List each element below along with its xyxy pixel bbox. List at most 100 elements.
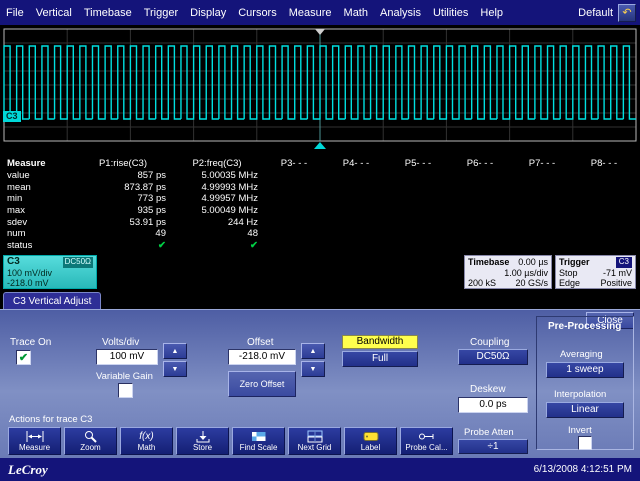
find-scale-checker-icon (249, 430, 269, 443)
trigger-descriptor[interactable]: TriggerC3 Stop-71 mV EdgePositive (555, 255, 636, 289)
invert-checkbox[interactable] (578, 436, 592, 450)
measure-row-label: mean (0, 182, 80, 193)
deskew-field[interactable]: 0.0 ps (458, 397, 528, 413)
interpolation-select[interactable]: Linear (546, 402, 624, 418)
menu-item-file[interactable]: File (0, 1, 30, 25)
measure-row-status: status✔✔ (0, 240, 640, 252)
status-bar: LeCroy 6/13/2008 4:12:51 PM (0, 458, 640, 481)
menu-item-cursors[interactable]: Cursors (232, 1, 283, 25)
measure-value: 244 Hz (176, 217, 268, 228)
waveform-display[interactable]: C3 (0, 26, 640, 158)
probe-cal-icon (417, 430, 437, 443)
down-arrow-icon: ▼ (172, 366, 179, 373)
menu-item-analysis[interactable]: Analysis (374, 1, 427, 25)
vertical-adjust-dialog: C3 Vertical Adjust Close Trace On ✔ Volt… (0, 292, 640, 458)
menu-bar: FileVerticalTimebaseTriggerDisplayCursor… (0, 0, 640, 26)
next-grid-icon (305, 430, 325, 443)
offset-label: Offset (247, 337, 274, 348)
zoom-action-button[interactable]: Zoom (64, 427, 117, 455)
param-header[interactable]: P4- - - (330, 158, 392, 169)
coupling-select[interactable]: DC50Ω (458, 349, 528, 365)
trigger-mode: Stop (559, 268, 578, 279)
measure-row-mean: mean873.87 ps4.99993 MHz (0, 181, 640, 193)
param-header[interactable]: P5- - - (392, 158, 454, 169)
actions-label: Actions for trace C3 (9, 414, 92, 425)
menu-item-utilities[interactable]: Utilities (427, 1, 474, 25)
menu-item-help[interactable]: Help (474, 1, 509, 25)
actions-row: Measure Zoom f(x) Math Store (8, 427, 453, 455)
measure-row-label: max (0, 205, 80, 216)
find-scale-action-button[interactable]: Find Scale (232, 427, 285, 455)
param-header[interactable]: P3- - - (268, 158, 330, 169)
trigger-source-badge: C3 (616, 257, 632, 268)
timebase-descriptor[interactable]: Timebase0.00 µs 1.00 µs/div 200 kS20 GS/… (464, 255, 552, 289)
timebase-samples: 200 kS (468, 278, 496, 289)
tab-c3-vertical-adjust[interactable]: C3 Vertical Adjust (3, 292, 101, 309)
measure-row-num: num4948 (0, 228, 640, 240)
measure-header: Measure (0, 158, 80, 169)
measure-row-sdev: sdev53.91 ps244 Hz (0, 216, 640, 228)
zero-offset-button[interactable]: Zero Offset (228, 371, 296, 397)
param-header[interactable]: P6- - - (454, 158, 516, 169)
offset-down-button[interactable]: ▼ (301, 361, 325, 377)
up-arrow-icon: ▲ (172, 348, 179, 355)
action-label: Probe Cal... (405, 443, 447, 453)
measure-value: 49 (80, 228, 176, 239)
param-header[interactable]: P8- - - (578, 158, 640, 169)
menu-item-math[interactable]: Math (338, 1, 374, 25)
fx-math-icon: f(x) (139, 430, 153, 443)
undo-icon[interactable]: ↶ (618, 4, 636, 22)
c3-scale: 100 mV/div (7, 268, 93, 279)
measure-row-max: max935 ps5.00049 MHz (0, 205, 640, 217)
measure-row-value: value857 ps5.00035 MHz (0, 170, 640, 182)
measure-value: 53.91 ps (80, 217, 176, 228)
store-action-button[interactable]: Store (176, 427, 229, 455)
measure-value: 857 ps (80, 170, 176, 181)
probe-atten-select[interactable]: ÷1 (458, 439, 528, 454)
menu-items: FileVerticalTimebaseTriggerDisplayCursor… (0, 1, 509, 25)
menu-item-measure[interactable]: Measure (283, 1, 338, 25)
volts-div-field[interactable]: 100 mV (96, 349, 158, 365)
param-header[interactable]: P2:freq(C3) (176, 158, 268, 169)
trace-on-checkbox[interactable]: ✔ (16, 350, 31, 365)
trigger-title: Trigger (559, 257, 590, 268)
menu-item-timebase[interactable]: Timebase (78, 1, 138, 25)
measure-value: 773 ps (80, 193, 176, 204)
math-action-button[interactable]: f(x) Math (120, 427, 173, 455)
bandwidth-select[interactable]: Full (342, 351, 418, 367)
volts-down-button[interactable]: ▼ (163, 361, 187, 377)
menu-item-vertical[interactable]: Vertical (30, 1, 78, 25)
next-grid-action-button[interactable]: Next Grid (288, 427, 341, 455)
measure-action-button[interactable]: Measure (8, 427, 61, 455)
channel-c3-descriptor[interactable]: C3DC50Ω 100 mV/div -218.0 mV (3, 255, 97, 289)
interpolation-label: Interpolation (554, 389, 606, 400)
menu-item-display[interactable]: Display (184, 1, 232, 25)
volts-up-button[interactable]: ▲ (163, 343, 187, 359)
label-tag-icon (361, 430, 381, 443)
label-action-button[interactable]: Label (344, 427, 397, 455)
variable-gain-checkbox[interactable] (118, 383, 133, 398)
offset-field[interactable]: -218.0 mV (228, 349, 296, 365)
measure-row-label: min (0, 193, 80, 204)
trigger-time-top-marker[interactable] (315, 29, 325, 35)
menu-item-trigger[interactable]: Trigger (138, 1, 184, 25)
trigger-level: -71 mV (603, 268, 632, 279)
offset-up-button[interactable]: ▲ (301, 343, 325, 359)
param-header[interactable]: P7- - - (516, 158, 578, 169)
measure-value: 5.00049 MHz (176, 205, 268, 216)
param-header[interactable]: P1:rise(C3) (80, 158, 176, 169)
measure-row-label: num (0, 228, 80, 239)
action-label: Math (138, 443, 156, 453)
action-label: Next Grid (298, 443, 332, 453)
action-label: Measure (19, 443, 50, 453)
timebase-position: 0.00 µs (518, 257, 548, 268)
caliper-measure-icon (25, 430, 45, 443)
default-setup-button[interactable]: Default (578, 7, 613, 19)
action-label: Find Scale (240, 443, 278, 453)
measure-row-min: min773 ps4.99957 MHz (0, 193, 640, 205)
averaging-select[interactable]: 1 sweep (546, 362, 624, 378)
trigger-time-marker[interactable] (314, 142, 326, 149)
check-icon: ✔ (19, 352, 28, 364)
probe-cal-action-button[interactable]: Probe Cal... (400, 427, 453, 455)
channel-trace-label: C3 (3, 111, 21, 122)
